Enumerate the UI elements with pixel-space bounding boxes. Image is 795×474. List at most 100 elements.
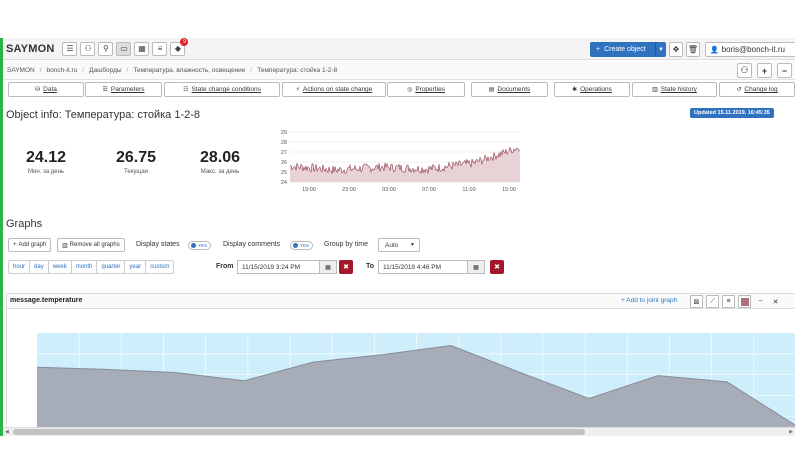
calendar-icon[interactable]: ▦ xyxy=(320,260,337,274)
metric-value: 24.12 xyxy=(25,149,67,166)
gear-icon: ✱ xyxy=(572,87,578,93)
trash-icon[interactable]: 🗑 xyxy=(686,42,700,57)
monitor-icon[interactable]: ▭ xyxy=(116,41,132,56)
clear-from-button[interactable]: ✖ xyxy=(339,260,353,274)
tab-change-log[interactable]: ↺ Change log xyxy=(719,82,795,97)
graph-panel-header: message.temperature + Add to joint graph… xyxy=(7,294,795,309)
metric-label: Мин. за день xyxy=(27,169,65,175)
cubes-icon: ⛁ xyxy=(35,87,41,93)
table-icon[interactable]: ▦ xyxy=(134,41,150,56)
metric-max: 28.06 Макс. за день xyxy=(190,149,250,175)
breadcrumb: SAYMON / bonch-it.ru / Дашборды / Температу… xyxy=(3,61,795,80)
calendar-icon[interactable]: ▦ xyxy=(468,260,485,274)
object-tabs: ⛁ Data ☰ Parameters ☷ State change conditio… xyxy=(3,82,795,98)
tab-state-history[interactable]: ▥ State history xyxy=(632,82,717,97)
tab-parameters[interactable]: ☰ Parameters xyxy=(85,82,162,97)
metric-label: Текущая xyxy=(124,169,148,175)
sparkline-chart: 29 28 27 26 25 24 19:00 23:00 03:00 07:00 11:00 15:… xyxy=(281,130,521,193)
sparkline-y-tick: 25 xyxy=(281,170,287,176)
breadcrumb-item[interactable]: bonch-it.ru xyxy=(47,67,78,74)
metric-min: 24.12 Мин. за день xyxy=(16,149,76,175)
clear-to-button[interactable]: ✖ xyxy=(490,260,504,274)
app-frame: SAYMON ☰ ⚇ ⚲ ▭ ▦ ≡ ◆ 9 + Create object ▼ … xyxy=(0,38,795,436)
period-custom[interactable]: custom xyxy=(146,261,173,273)
add-graph-button[interactable]: + Add graph xyxy=(8,238,52,252)
tab-documents[interactable]: ▤ Documents xyxy=(471,82,548,97)
caret-down-icon: ▼ xyxy=(410,242,415,248)
sparkline-x-tick: 11:00 xyxy=(462,187,475,193)
sparkline-x-tick: 03:00 xyxy=(382,187,396,193)
create-object-label: Create object xyxy=(604,46,646,53)
line-chart-icon[interactable]: ⟋ xyxy=(706,295,719,308)
breadcrumb-item[interactable]: SAYMON xyxy=(7,67,35,74)
bell-icon[interactable]: ◆ 9 xyxy=(170,38,189,56)
history-icon: ↺ xyxy=(736,87,742,93)
legend-icon[interactable]: ≡ xyxy=(722,295,735,308)
display-states-toggle[interactable]: YES xyxy=(188,241,211,250)
metric-label: Макс. за день xyxy=(200,169,240,175)
color-swatch-icon[interactable] xyxy=(738,295,751,308)
period-week[interactable]: week xyxy=(49,261,72,273)
expand-icon[interactable]: ✥ xyxy=(669,42,683,57)
hierarchy-icon[interactable]: ⚇ xyxy=(80,41,96,56)
sitemap-icon[interactable]: ⚇ xyxy=(737,63,752,78)
scroll-right-icon[interactable]: ▶ xyxy=(789,428,793,436)
remove-all-graphs-button[interactable]: ▥ Remove all graphs xyxy=(57,238,125,252)
to-date-input[interactable]: 11/15/2019 4:46 PM xyxy=(378,260,468,274)
sparkline-y-tick: 27 xyxy=(281,150,287,156)
tab-operations[interactable]: ✱ Operations xyxy=(554,82,630,97)
period-quarter[interactable]: quarter xyxy=(97,261,126,273)
add-button[interactable]: + xyxy=(757,63,772,78)
sparkline-y-tick: 28 xyxy=(281,140,287,146)
tab-actions-on-state-change[interactable]: ⚡ Actions on state change xyxy=(282,82,386,97)
breadcrumb-item[interactable]: Дашборды xyxy=(89,67,122,74)
group-by-time-label: Group by time xyxy=(324,241,368,248)
sparkline-x-tick: 15:00 xyxy=(502,187,516,193)
from-date-input[interactable]: 11/15/2019 3:24 PM xyxy=(237,260,320,274)
scroll-left-icon[interactable]: ◀ xyxy=(5,428,9,436)
add-to-joint-graph-link[interactable]: + Add to joint graph xyxy=(621,297,677,304)
metric-value: 28.06 xyxy=(199,149,241,166)
sparkline-y-tick: 29 xyxy=(281,130,287,136)
filter-icon: ☷ xyxy=(183,87,189,93)
minus-button[interactable]: − xyxy=(777,63,792,78)
group-by-time-select[interactable]: Auto ▼ xyxy=(378,238,420,252)
tab-state-change-conditions[interactable]: ☷ State change conditions xyxy=(164,82,280,97)
export-excel-icon[interactable]: ⊠ xyxy=(690,295,703,308)
from-label: From xyxy=(216,263,234,270)
create-object-button[interactable]: + Create object ▼ xyxy=(590,42,666,57)
display-states-label: Display states xyxy=(136,241,180,248)
display-comments-toggle[interactable]: YES xyxy=(290,241,313,250)
target-icon: ◎ xyxy=(407,87,413,93)
graph-panel: message.temperature + Add to joint graph… xyxy=(6,293,795,436)
minimize-icon[interactable]: − xyxy=(754,295,767,308)
brand-logo[interactable]: SAYMON xyxy=(6,43,54,55)
period-year[interactable]: year xyxy=(125,261,147,273)
tab-data[interactable]: ⛁ Data xyxy=(8,82,84,97)
bolt-icon: ⚡ xyxy=(295,87,300,93)
scrollbar-thumb[interactable] xyxy=(13,429,585,435)
chevron-down-icon[interactable]: ▼ xyxy=(655,42,666,57)
close-icon[interactable]: ✕ xyxy=(769,295,782,308)
map-marker-icon[interactable]: ⚲ xyxy=(98,41,114,56)
sparkline-x-tick: 19:00 xyxy=(302,187,316,193)
user-menu-button[interactable]: 👤 boris@bonch-it.ru xyxy=(705,42,795,57)
user-email: boris@bonch-it.ru xyxy=(721,45,785,54)
period-hour[interactable]: hour xyxy=(9,261,31,273)
to-label: To xyxy=(366,263,375,270)
plus-icon: + xyxy=(596,46,601,53)
sparkline-area xyxy=(290,147,520,182)
period-day[interactable]: day xyxy=(30,261,49,273)
sparkline-x-tick: 23:00 xyxy=(342,187,356,193)
graphs-heading: Graphs xyxy=(6,218,43,230)
bar-chart-icon: ▥ xyxy=(652,87,658,93)
temperature-area-chart xyxy=(37,333,795,436)
breadcrumb-item[interactable]: Температура, влажность, освещение xyxy=(133,67,245,74)
horizontal-scrollbar[interactable]: ◀ ▶ xyxy=(3,427,795,436)
menu-list-icon[interactable]: ≡ xyxy=(152,41,168,56)
list-view-icon[interactable]: ☰ xyxy=(62,41,78,56)
tab-properties[interactable]: ◎ Properties xyxy=(387,82,465,97)
updated-badge: Updated 15.11.2019, 16:45:35 xyxy=(690,108,774,118)
period-month[interactable]: month xyxy=(72,261,98,273)
list-icon: ☰ xyxy=(102,87,108,93)
